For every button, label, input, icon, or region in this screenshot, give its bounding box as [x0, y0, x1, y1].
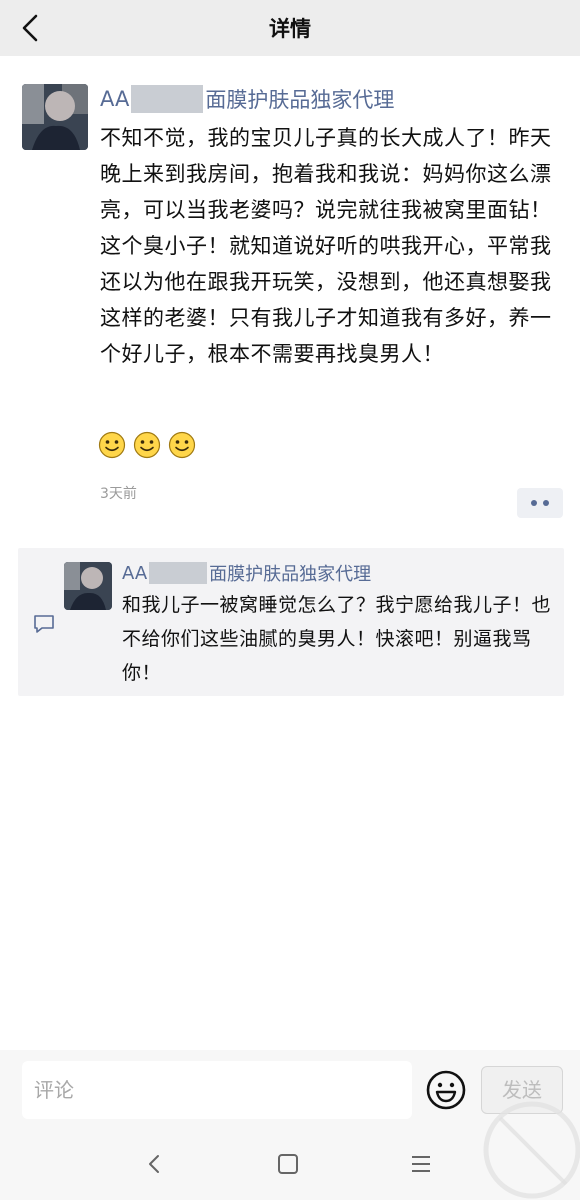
smile-emoji-icon: [98, 431, 126, 459]
name-blur-mask: [131, 85, 204, 113]
name-blur-mask: [149, 562, 208, 584]
comment-bubble-icon: [34, 615, 54, 633]
nav-back-icon: [149, 1155, 159, 1173]
post-emoji-row: [98, 431, 198, 463]
commenter-name[interactable]: AA 面膜护肤品独家代理: [122, 560, 372, 585]
nav-home-icon: [278, 1154, 298, 1174]
top-bar: 详情: [0, 0, 580, 56]
comment-section: AA 面膜护肤品独家代理 和我儿子一被窝睡觉怎么了？我宁愿给我儿子！也不给你们这些…: [18, 548, 564, 696]
nav-menu-button[interactable]: [403, 1146, 439, 1182]
smile-emoji-icon: [169, 431, 196, 459]
author-name-prefix: AA: [122, 562, 148, 584]
comment-input[interactable]: [22, 1061, 412, 1119]
nav-home-button[interactable]: [270, 1146, 306, 1182]
smile-emoji-icon: [133, 431, 161, 459]
more-options-button[interactable]: [517, 488, 563, 518]
smile-face-icon: [426, 1070, 466, 1110]
nav-back-button[interactable]: [137, 1146, 173, 1182]
avatar-image: [22, 84, 88, 150]
watermark-logo: [483, 1101, 580, 1199]
post-text: 不知不觉，我的宝贝儿子真的长大成人了！昨天晚上来到我房间，抱着我和我说：妈妈你这…: [100, 126, 552, 366]
comment-text: 和我儿子一被窝睡觉怎么了？我宁愿给我儿子！也不给你们这些油腻的臭男人！快滚吧！别…: [122, 594, 552, 684]
nav-menu-icon: [412, 1156, 430, 1172]
page-title: 详情: [269, 17, 311, 41]
post-timestamp: 3天前: [100, 486, 137, 502]
author-name-prefix: AA: [100, 87, 130, 111]
post-author-avatar[interactable]: [22, 84, 88, 150]
post-author-name[interactable]: AA 面膜护肤品独家代理: [100, 84, 394, 116]
emoji-button[interactable]: [425, 1069, 467, 1111]
more-dots-icon: [531, 500, 537, 506]
commenter-avatar[interactable]: [64, 562, 112, 610]
more-dots-icon: [543, 500, 549, 506]
author-name-suffix: 面膜护肤品独家代理: [209, 564, 372, 585]
author-name-suffix: 面膜护肤品独家代理: [205, 88, 395, 112]
avatar-image: [64, 562, 112, 610]
